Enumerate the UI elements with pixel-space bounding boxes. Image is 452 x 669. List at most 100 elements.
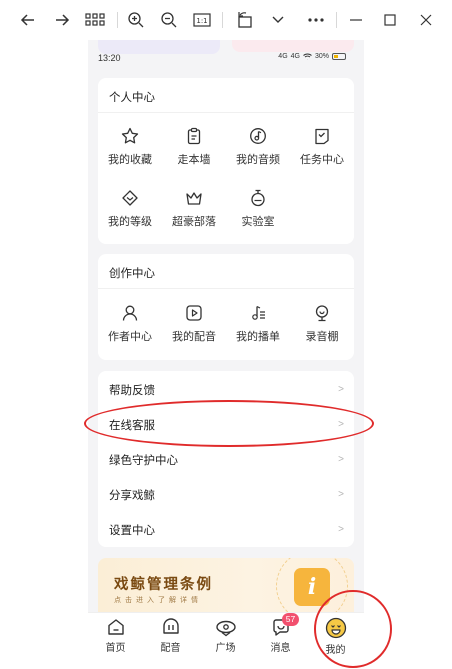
chevron-right-icon: > bbox=[338, 419, 344, 430]
tab-plaza[interactable]: 广场 bbox=[198, 613, 253, 669]
banner-title: 戏鲸管理条例 bbox=[114, 577, 213, 593]
status-time: 13:20 bbox=[98, 53, 121, 63]
info-icon: i bbox=[294, 568, 330, 606]
zoom-in-icon[interactable] bbox=[124, 8, 148, 32]
personal-center-card: 个人中心 我的收藏 走本墙 我的音频 任务中心 我的等级 超豪部落 实验室 bbox=[98, 78, 354, 244]
grid-item-label: 我的等级 bbox=[108, 216, 152, 228]
user-icon bbox=[122, 305, 138, 321]
wifi-icon bbox=[303, 53, 312, 60]
grid-item-label: 我的播单 bbox=[236, 331, 280, 343]
profile-face-icon bbox=[325, 617, 346, 639]
grid-item-lab[interactable]: 实验室 bbox=[226, 189, 290, 233]
viewer-toolbar: 1:1 bbox=[0, 0, 452, 40]
playlist-icon bbox=[252, 305, 265, 320]
toolbar-divider bbox=[336, 12, 337, 28]
menu-item-online-service[interactable]: 在线客服 > bbox=[98, 407, 354, 442]
banner-subtitle: 点击进入了解详情 bbox=[114, 597, 202, 604]
microphone-icon bbox=[315, 305, 329, 322]
signal-label: 4G bbox=[278, 53, 288, 60]
actual-size-label: 1:1 bbox=[196, 17, 207, 25]
menu-list-card: 帮助反馈 > 在线客服 > 绿色守护中心 > 分享戏鲸 > 设置中心 > bbox=[98, 371, 354, 547]
lab-icon bbox=[251, 189, 265, 207]
grid-item-tasks[interactable]: 任务中心 bbox=[290, 127, 354, 171]
grid-item-studio[interactable]: 录音棚 bbox=[290, 304, 354, 348]
minimize-icon[interactable] bbox=[344, 8, 368, 32]
tab-label: 我的 bbox=[325, 645, 346, 656]
maximize-icon[interactable] bbox=[378, 8, 402, 32]
peek-card-right bbox=[232, 40, 354, 52]
bottom-tab-bar: 首页 配音 广场 消息 57 我的 bbox=[88, 612, 364, 669]
grid-item-author-center[interactable]: 作者中心 bbox=[98, 304, 162, 348]
plaza-icon bbox=[215, 620, 236, 637]
menu-item-label: 在线客服 bbox=[109, 419, 155, 432]
task-icon bbox=[315, 128, 329, 145]
clipboard-icon bbox=[187, 127, 201, 145]
grid-item-favorites[interactable]: 我的收藏 bbox=[98, 127, 162, 171]
menu-item-help-feedback[interactable]: 帮助反馈 > bbox=[98, 372, 354, 407]
grid-item-level[interactable]: 我的等级 bbox=[98, 189, 162, 233]
forward-arrow-icon[interactable] bbox=[50, 8, 74, 32]
menu-item-label: 绿色守护中心 bbox=[109, 454, 178, 467]
more-icon[interactable] bbox=[304, 8, 328, 32]
section-title: 创作中心 bbox=[109, 268, 155, 280]
back-arrow-icon[interactable] bbox=[16, 8, 40, 32]
divider bbox=[98, 112, 354, 113]
tab-label: 广场 bbox=[215, 643, 236, 654]
tab-label: 消息 bbox=[270, 643, 291, 654]
music-note-icon bbox=[250, 128, 266, 144]
rotate-icon[interactable] bbox=[233, 8, 257, 32]
tab-label: 首页 bbox=[105, 643, 126, 654]
star-icon bbox=[121, 127, 139, 144]
grid-item-label: 我的收藏 bbox=[108, 154, 152, 166]
chevron-right-icon: > bbox=[338, 384, 344, 395]
grid-item-label: 走本墙 bbox=[177, 154, 211, 166]
chevron-right-icon: > bbox=[338, 489, 344, 500]
menu-item-share[interactable]: 分享戏鲸 > bbox=[98, 477, 354, 512]
actual-size-icon[interactable]: 1:1 bbox=[190, 8, 214, 32]
chevron-right-icon: > bbox=[338, 524, 344, 535]
tab-mine[interactable]: 我的 bbox=[308, 613, 363, 669]
grid-item-my-dubbing[interactable]: 我的配音 bbox=[162, 304, 226, 348]
grid-item-my-playlist[interactable]: 我的播单 bbox=[226, 304, 290, 348]
close-icon[interactable] bbox=[414, 8, 438, 32]
toolbar-divider bbox=[222, 12, 223, 28]
grid-item-label: 实验室 bbox=[241, 216, 275, 228]
home-icon bbox=[107, 619, 124, 635]
grid-item-label: 录音棚 bbox=[305, 331, 339, 343]
creation-center-card: 创作中心 作者中心 我的配音 我的播单 录音棚 bbox=[98, 254, 354, 360]
tab-home[interactable]: 首页 bbox=[88, 613, 143, 669]
grid-item-label: 超豪部落 bbox=[172, 216, 216, 228]
menu-item-green-guard[interactable]: 绿色守护中心 > bbox=[98, 442, 354, 477]
toolbar-divider bbox=[117, 12, 118, 28]
grid-item-label: 我的音频 bbox=[236, 154, 280, 166]
unread-badge: 57 bbox=[282, 613, 299, 626]
chevron-down-icon[interactable] bbox=[266, 8, 290, 32]
menu-item-label: 分享戏鲸 bbox=[109, 489, 155, 502]
menu-item-label: 设置中心 bbox=[109, 524, 155, 537]
tab-label: 配音 bbox=[160, 643, 181, 654]
top-peek-area: 13:20 4G 4G 30% bbox=[88, 40, 364, 70]
grid-item-wall[interactable]: 走本墙 bbox=[162, 127, 226, 171]
grid-view-icon[interactable] bbox=[83, 8, 107, 32]
signal-label: 4G bbox=[290, 53, 300, 60]
crown-icon bbox=[186, 192, 202, 205]
level-icon bbox=[122, 190, 138, 206]
tab-dubbing[interactable]: 配音 bbox=[143, 613, 198, 669]
grid-item-tribe[interactable]: 超豪部落 bbox=[162, 189, 226, 233]
tab-messages[interactable]: 消息 57 bbox=[253, 613, 308, 669]
grid-item-audio[interactable]: 我的音频 bbox=[226, 127, 290, 171]
divider bbox=[98, 288, 354, 289]
menu-item-label: 帮助反馈 bbox=[109, 384, 155, 397]
chevron-right-icon: > bbox=[338, 454, 344, 465]
section-title: 个人中心 bbox=[109, 92, 155, 104]
zoom-out-icon[interactable] bbox=[157, 8, 181, 32]
grid-item-label: 作者中心 bbox=[108, 331, 152, 343]
battery-percent: 30% bbox=[314, 53, 329, 60]
grid-item-label: 任务中心 bbox=[300, 154, 344, 166]
phone-screen: 13:20 4G 4G 30% 个人中心 我的收藏 走本墙 我的音频 任务中心 bbox=[88, 40, 364, 669]
battery-icon bbox=[332, 53, 346, 60]
regulations-banner[interactable]: 戏鲸管理条例 点击进入了解详情 i bbox=[98, 558, 354, 618]
status-icons: 4G 4G 30% bbox=[278, 53, 346, 60]
menu-item-settings[interactable]: 设置中心 > bbox=[98, 512, 354, 547]
peek-card-left bbox=[98, 40, 220, 54]
